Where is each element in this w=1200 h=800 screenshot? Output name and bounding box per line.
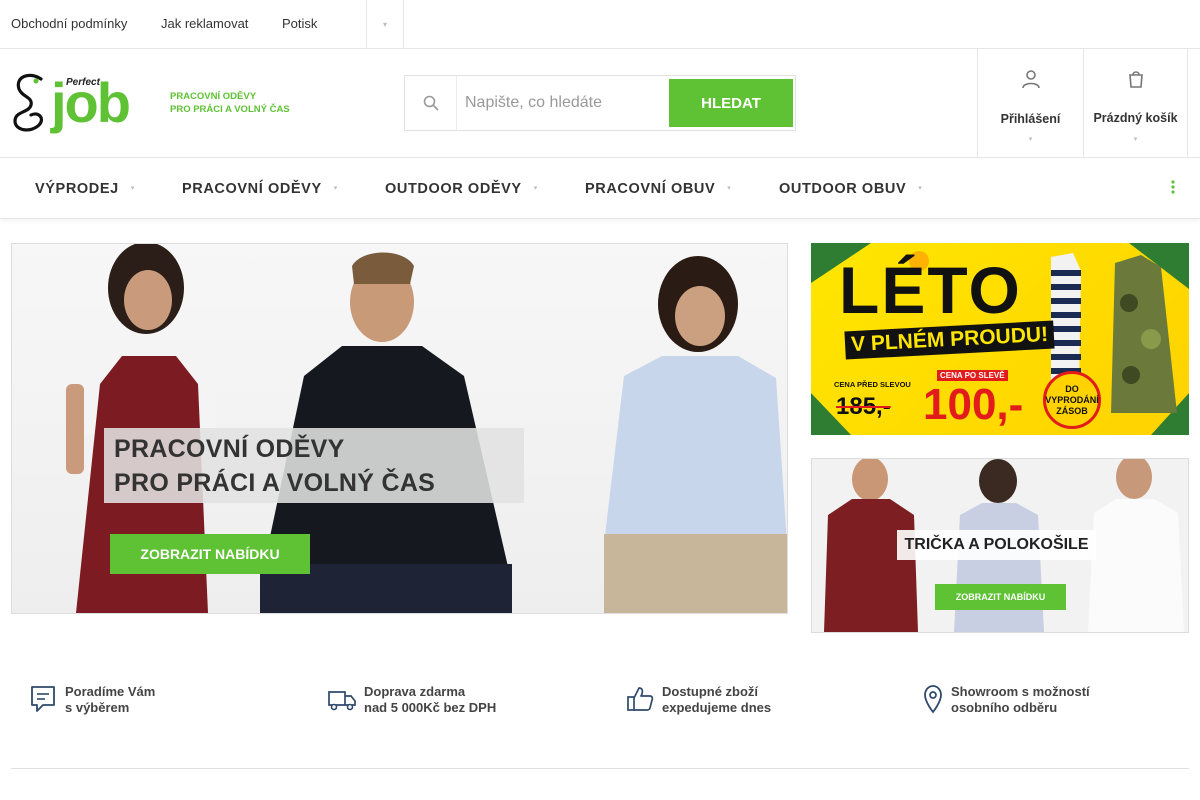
toplink-print[interactable]: Potisk (271, 0, 366, 48)
search-bar: HLEDAT (404, 75, 796, 131)
benefit-line-2: expedujeme dnes (662, 700, 772, 715)
chevron-down-icon: ▾ (727, 185, 732, 193)
nav-item-outdoor-shoes[interactable]: OUTDOOR OBUV ▾ (779, 158, 922, 218)
thumbs-up-icon (627, 687, 654, 711)
nav-item-work-shoes[interactable]: PRACOVNÍ OBUV ▾ (585, 158, 731, 218)
benefit-free-shipping: Doprava zdarma nad 5 000Kč bez DPH (327, 684, 587, 724)
benefit-line-1: Showroom s možností (951, 684, 1090, 699)
toplink-terms[interactable]: Obchodní podmínky (0, 0, 150, 48)
hero-banner[interactable]: PRACOVNÍ ODĚVY PRO PRÁCI A VOLNÝ ČAS ZOB… (11, 243, 788, 614)
site-logo[interactable]: Perfect job PRACOVNÍ ODĚVY PRO PRÁCI A V… (11, 71, 291, 135)
benefit-line-1: Dostupné zboží (662, 684, 759, 699)
tshirts-cta-button[interactable]: ZOBRAZIT NABÍDKU (935, 584, 1066, 610)
benefit-line-1: Poradíme Vám (65, 684, 156, 699)
stamp-line-1: DO (1065, 383, 1079, 394)
nav-item-label: VÝPRODEJ (35, 181, 119, 197)
chevron-down-icon: ▾ (1133, 136, 1138, 143)
tshirts-title: TRIČKA A POLOKOŠILE (897, 530, 1096, 560)
toplink-complaints[interactable]: Jak reklamovat (150, 0, 271, 48)
top-bar: Obchodní podmínky Jak reklamovat Potisk … (0, 0, 1200, 49)
chevron-down-icon: ▾ (382, 19, 387, 29)
summer-title: LÉTO (839, 253, 1022, 327)
location-pin-icon (924, 685, 942, 714)
search-button[interactable]: HLEDAT (669, 79, 793, 127)
chevron-down-icon: ▾ (130, 185, 135, 193)
price-before-label: CENA PŘED SLEVOU (834, 380, 911, 389)
cart-icon (1126, 69, 1146, 94)
login-button[interactable]: Přihlášení ▾ (977, 49, 1083, 157)
more-vertical-icon[interactable] (1166, 180, 1180, 194)
search-input[interactable] (465, 88, 665, 118)
hero-title-line-1: PRACOVNÍ ODĚVY (114, 435, 345, 463)
benefit-line-2: nad 5 000Kč bez DPH (364, 700, 497, 715)
truck-icon (328, 691, 356, 711)
chevron-down-icon: ▾ (1028, 136, 1033, 143)
logo-tagline-2: PRO PRÁCI A VOLNÝ ČAS (170, 104, 290, 115)
hero-cta-button[interactable]: ZOBRAZIT NABÍDKU (110, 534, 310, 574)
hero-title: PRACOVNÍ ODĚVY PRO PRÁCI A VOLNÝ ČAS (104, 428, 524, 503)
nav-item-label: PRACOVNÍ ODĚVY (182, 181, 322, 197)
summer-sale-banner[interactable]: LÉTO V PLNÉM PROUDU! CENA PŘED SLEVOU 18… (811, 243, 1189, 435)
user-icon (1021, 69, 1041, 94)
header: Perfect job PRACOVNÍ ODĚVY PRO PRÁCI A V… (0, 49, 1200, 158)
tshirts-banner[interactable]: TRIČKA A POLOKOŠILE ZOBRAZIT NABÍDKU (811, 458, 1189, 633)
benefit-line-1: Doprava zdarma (364, 684, 466, 699)
clearance-stamp: DO VYPRODÁNÍ ZÁSOB (1043, 371, 1101, 429)
benefit-showroom: Showroom s možností osobního odběru (922, 684, 1182, 724)
stamp-line-2: VYPRODÁNÍ (1045, 394, 1099, 405)
nav-item-work-clothes[interactable]: PRACOVNÍ ODĚVY ▾ (182, 158, 338, 218)
cart-label: Prázdný košík (1093, 111, 1178, 125)
nav-item-label: OUTDOOR ODĚVY (385, 181, 522, 197)
stamp-line-3: ZÁSOB (1056, 405, 1088, 416)
nav-item-outdoor-clothes[interactable]: OUTDOOR ODĚVY ▾ (385, 158, 538, 218)
logo-tagline-1: PRACOVNÍ ODĚVY (170, 91, 257, 102)
benefit-in-stock: Dostupné zboží expedujeme dnes (626, 684, 886, 724)
topbar-more-button[interactable]: ▾ (366, 0, 404, 48)
chat-icon (31, 686, 55, 712)
nav-item-label: PRACOVNÍ OBUV (585, 181, 716, 197)
nav-item-label: OUTDOOR OBUV (779, 181, 907, 197)
cart-button[interactable]: Prázdný košík ▾ (1083, 49, 1188, 157)
chevron-down-icon: ▾ (333, 185, 338, 193)
nav-item-sale[interactable]: VÝPRODEJ ▾ (35, 158, 135, 218)
logo-job-text: job (51, 71, 131, 134)
benefit-advice: Poradíme Vám s výběrem (29, 684, 289, 724)
price-after: 100,- (923, 380, 1024, 429)
main-nav: VÝPRODEJ ▾ PRACOVNÍ ODĚVY ▾ OUTDOOR ODĚVY ▾… (0, 158, 1200, 219)
logo-mark-icon (13, 73, 44, 132)
search-icon[interactable] (405, 76, 457, 130)
divider (11, 768, 1189, 769)
hero-title-line-2: PRO PRÁCI A VOLNÝ ČAS (114, 469, 436, 497)
price-before: 185,- (836, 393, 891, 420)
login-label: Přihlášení (1000, 112, 1061, 126)
chevron-down-icon: ▾ (918, 185, 923, 193)
chevron-down-icon: ▾ (533, 185, 538, 193)
benefit-line-2: s výběrem (65, 700, 130, 715)
benefit-line-2: osobního odběru (951, 700, 1058, 715)
